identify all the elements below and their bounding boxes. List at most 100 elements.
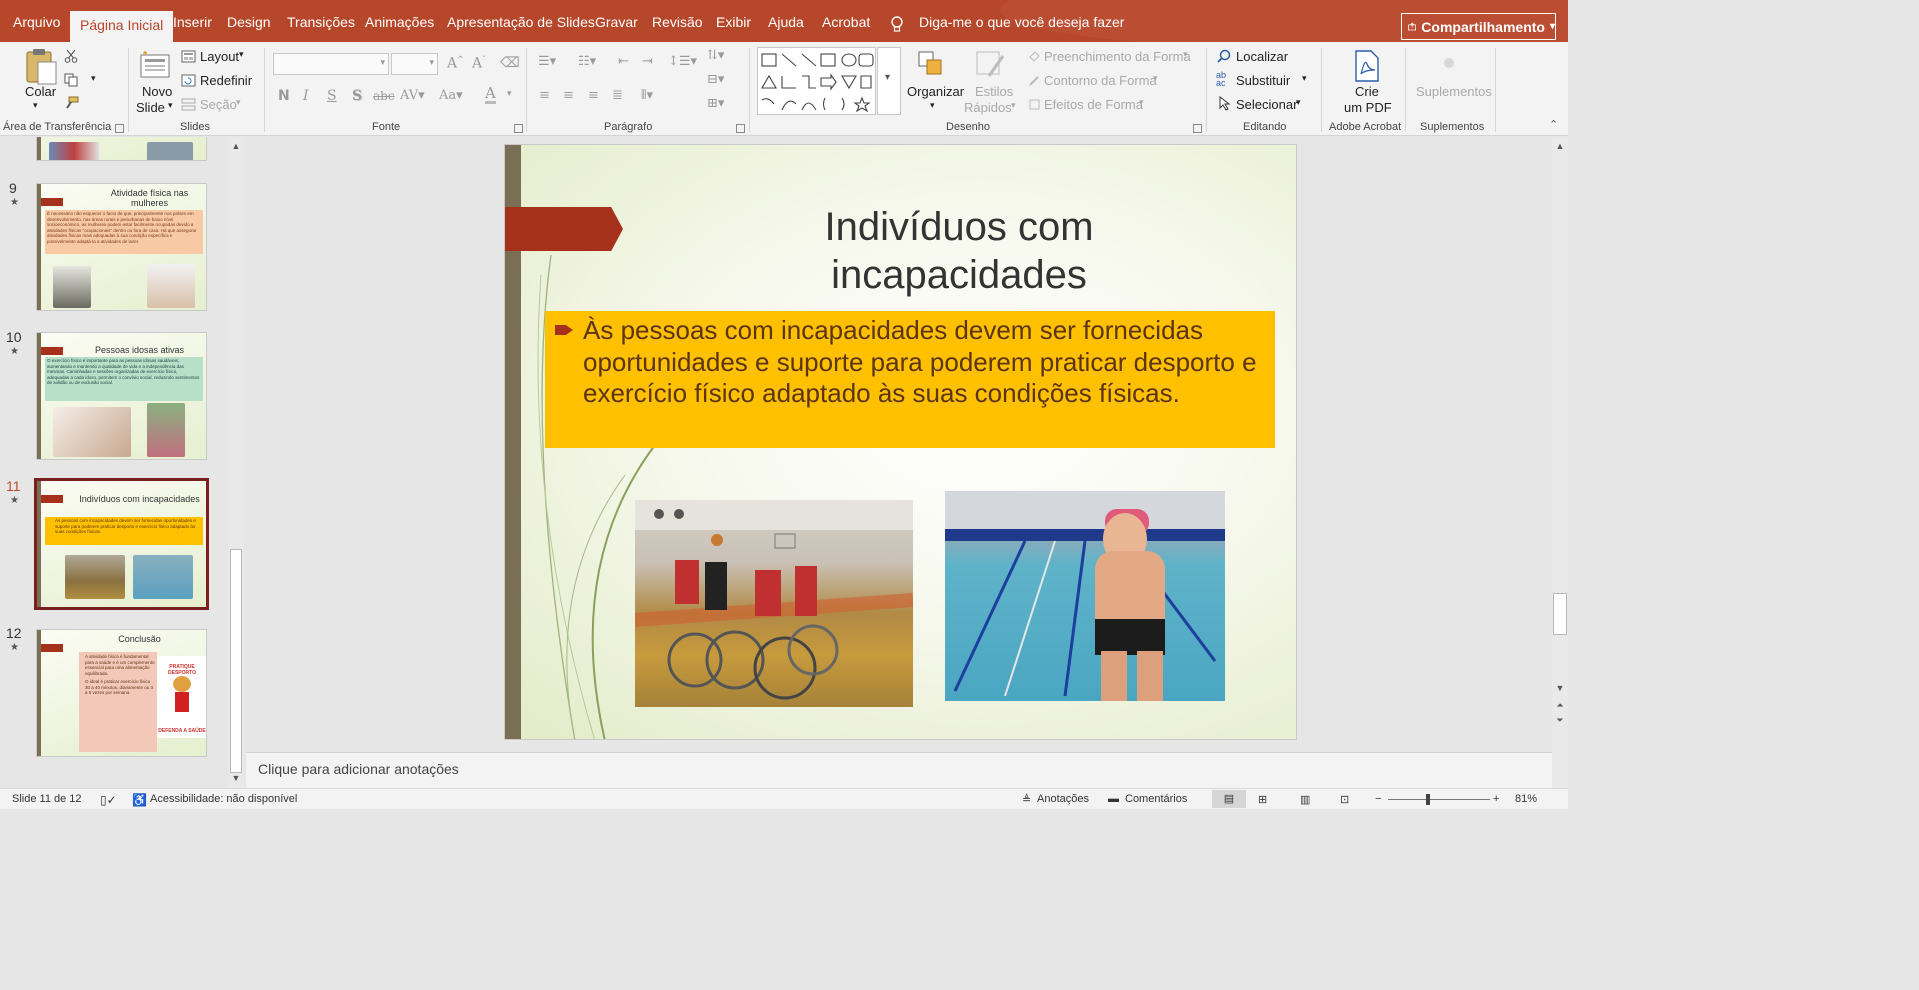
smartart-icon[interactable]: ⊞▾ [707, 96, 724, 111]
columns-icon[interactable]: ⫴▾ [641, 88, 653, 103]
font-name-combobox[interactable]: ▾ [273, 53, 389, 75]
change-case-icon[interactable]: Aa▾ [439, 88, 463, 103]
scrollbar-thumb[interactable] [230, 549, 242, 773]
next-slide-icon[interactable]: ⏷ [1555, 715, 1565, 725]
chevron-down-icon[interactable]: ▾ [930, 100, 935, 111]
thumbnail-scrollbar[interactable]: ▲ ▼ [228, 137, 244, 788]
tell-me-search[interactable]: Diga-me o que você deseja fazer [919, 14, 1124, 30]
cut-icon[interactable] [64, 49, 78, 63]
drawing-launcher-icon[interactable] [1193, 124, 1202, 133]
slide-title[interactable]: Indivíduos com incapacidades [790, 203, 1128, 299]
slide-thumbnail-8[interactable] [36, 137, 207, 161]
arrange-button[interactable]: Organizar [907, 84, 964, 99]
clipboard-launcher-icon[interactable] [115, 124, 124, 133]
shape-fill-button[interactable]: Preenchimento da Forma [1044, 49, 1191, 64]
chevron-down-icon[interactable]: ▾ [239, 49, 244, 60]
replace-button[interactable]: Substituir [1236, 73, 1290, 88]
previous-slide-icon[interactable]: ⏶ [1555, 700, 1565, 710]
slide-thumbnail-10[interactable]: Pessoas idosas ativas O exercício físico… [36, 332, 207, 460]
quick-styles-button[interactable]: Estilos [975, 84, 1013, 99]
notes-toggle-button[interactable]: Anotações [1037, 793, 1089, 805]
underline-icon[interactable]: S [327, 88, 337, 104]
accessibility-status[interactable]: Acessibilidade: não disponível [150, 793, 297, 805]
line-spacing-icon[interactable]: ↕☰▾ [668, 54, 697, 69]
tab-pagina-inicial[interactable]: Página Inicial [70, 11, 174, 42]
comments-toggle-button[interactable]: Comentários [1125, 793, 1187, 805]
tab-acrobat[interactable]: Acrobat [822, 14, 870, 30]
reset-button[interactable]: Redefinir [200, 73, 252, 88]
zoom-in-icon[interactable]: + [1493, 793, 1499, 805]
slide-thumbnail-panel[interactable]: 9 ★ Atividade física nas mulheres É nece… [0, 137, 244, 788]
spell-check-icon[interactable]: ▯✓ [100, 793, 117, 807]
zoom-level[interactable]: 81% [1515, 793, 1537, 805]
increase-font-icon[interactable]: A^ [447, 55, 464, 72]
chevron-down-icon[interactable]: ▾ [1183, 49, 1188, 60]
text-shadow-icon[interactable]: S [352, 88, 362, 104]
addins-button[interactable]: Suplementos [1416, 84, 1492, 99]
font-size-combobox[interactable]: ▾ [391, 53, 438, 75]
bold-icon[interactable]: N [278, 88, 290, 104]
current-slide[interactable]: Indivíduos com incapacidades Às pessoas … [504, 144, 1297, 740]
select-button[interactable]: Selecionar [1236, 97, 1297, 112]
zoom-out-icon[interactable]: − [1375, 793, 1381, 805]
chevron-down-icon[interactable]: ▾ [1153, 73, 1158, 84]
slide-body-textbox[interactable]: Às pessoas com incapacidades devem ser f… [545, 311, 1275, 448]
format-painter-icon[interactable] [64, 96, 79, 109]
chevron-down-icon[interactable]: ▾ [507, 89, 512, 99]
decrease-font-icon[interactable]: Aˇ [472, 55, 486, 72]
text-direction-icon[interactable]: ⇅▾ [707, 48, 724, 63]
bullets-icon[interactable]: ☰▾ [538, 54, 556, 69]
find-button[interactable]: Localizar [1236, 49, 1288, 64]
normal-view-icon[interactable]: ▤ [1212, 790, 1246, 808]
swimmer-photo[interactable] [945, 491, 1225, 701]
font-launcher-icon[interactable] [514, 124, 523, 133]
scroll-up-icon[interactable]: ▲ [231, 141, 241, 151]
scroll-up-icon[interactable]: ▲ [1555, 141, 1565, 151]
paragraph-launcher-icon[interactable] [736, 124, 745, 133]
chevron-down-icon[interactable]: ▾ [33, 100, 38, 111]
create-pdf-button[interactable]: Crie [1355, 84, 1379, 99]
slide-thumbnail-9[interactable]: Atividade física nas mulheres É necessár… [36, 183, 207, 311]
tab-ajuda[interactable]: Ajuda [768, 14, 804, 30]
slide-sorter-icon[interactable]: ⊞ [1258, 793, 1267, 806]
chevron-down-icon[interactable]: ▾ [236, 97, 241, 108]
strikethrough-icon[interactable]: abc [373, 89, 395, 103]
tab-design[interactable]: Design [227, 14, 271, 30]
tab-gravar[interactable]: Gravar [595, 14, 638, 30]
increase-indent-icon[interactable]: ⇥ [642, 54, 653, 69]
shapes-gallery[interactable] [757, 47, 876, 115]
paste-button[interactable]: Colar [25, 84, 56, 99]
new-slide-button[interactable]: Novo [142, 84, 172, 99]
decrease-indent-icon[interactable]: ⇤ [618, 54, 629, 69]
align-left-icon[interactable]: ≡ [539, 88, 550, 103]
slide-scrollbar[interactable]: ▲ ▼ ⏶ ⏷ [1552, 137, 1568, 788]
tab-exibir[interactable]: Exibir [716, 14, 751, 30]
scroll-down-icon[interactable]: ▼ [1555, 683, 1565, 693]
share-button[interactable]: Compartilhamento ▾ [1401, 13, 1556, 40]
chevron-down-icon[interactable]: ▾ [1296, 97, 1301, 108]
shape-effects-button[interactable]: Efeitos de Forma [1044, 97, 1143, 112]
notes-pane[interactable]: Clique para adicionar anotações [246, 752, 1552, 788]
tab-revisao[interactable]: Revisão [652, 14, 703, 30]
slideshow-icon[interactable]: ⊡ [1340, 793, 1349, 806]
tab-arquivo[interactable]: Arquivo [13, 14, 60, 30]
font-color-icon[interactable]: A [485, 86, 496, 104]
chevron-down-icon[interactable]: ▾ [1139, 97, 1144, 108]
tab-animacoes[interactable]: Animações [365, 14, 434, 30]
wheelchair-basketball-photo[interactable] [635, 500, 913, 707]
scroll-down-icon[interactable]: ▼ [231, 773, 241, 783]
justify-icon[interactable]: ≣ [612, 88, 623, 103]
collapse-ribbon-icon[interactable]: ⌃ [1549, 118, 1558, 131]
scrollbar-thumb[interactable] [1553, 593, 1567, 635]
slide-thumbnail-12[interactable]: Conclusão A atividade física é fundament… [36, 629, 207, 757]
reading-view-icon[interactable]: ▥ [1300, 793, 1310, 806]
zoom-slider-thumb[interactable] [1426, 794, 1430, 805]
tab-transicoes[interactable]: Transições [287, 14, 355, 30]
zoom-slider[interactable] [1388, 799, 1490, 800]
layout-button[interactable]: Layout [200, 49, 239, 64]
tab-inserir[interactable]: Inserir [173, 14, 212, 30]
align-right-icon[interactable]: ≡ [588, 88, 599, 103]
italic-icon[interactable]: I [303, 88, 309, 104]
chevron-down-icon[interactable]: ▾ [168, 100, 173, 111]
notes-placeholder[interactable]: Clique para adicionar anotações [258, 761, 459, 777]
